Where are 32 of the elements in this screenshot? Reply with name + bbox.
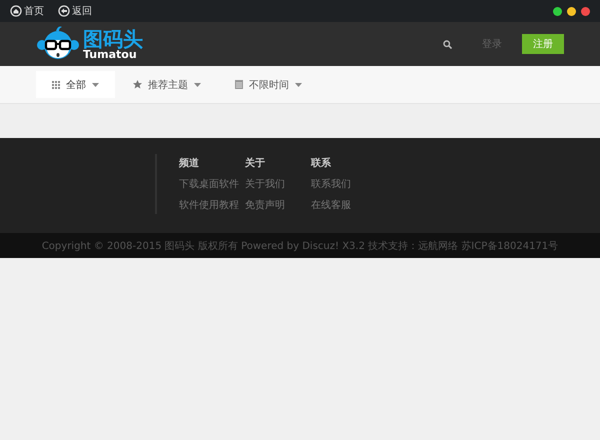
home-button[interactable]: 首页 [10, 4, 44, 18]
footer-link[interactable]: 在线客服 [311, 198, 377, 212]
footer-link[interactable]: 软件使用教程 [179, 198, 245, 212]
filter-label: 全部 [66, 78, 86, 92]
footer-column-title: 关于 [245, 156, 266, 170]
filter-tab[interactable]: 全部 [36, 71, 115, 98]
footer-column-title: 联系 [311, 156, 332, 170]
caret-icon [194, 82, 201, 86]
grid-icon [52, 80, 60, 88]
footer-link[interactable]: 免责声明 [245, 198, 311, 212]
window-control-dot[interactable] [581, 6, 590, 16]
caret-icon [295, 82, 302, 86]
footer-column-title: 频道 [179, 156, 200, 170]
window-control-dot[interactable] [567, 6, 576, 16]
footer-link[interactable]: 关于我们 [245, 177, 311, 191]
star-icon [133, 80, 142, 89]
window-control-dot[interactable] [553, 6, 562, 16]
footer-link[interactable]: 联系我们 [311, 177, 377, 191]
filter-label: 推荐主题 [148, 78, 188, 92]
filter-label: 不限时间 [249, 78, 289, 92]
logo-subtitle: Tumatou [83, 48, 137, 60]
filter-tab[interactable]: 推荐主题 [117, 71, 217, 98]
register-button[interactable]: 注册 [522, 34, 564, 54]
calendar-icon [235, 80, 243, 89]
footer-link[interactable]: 下载桌面软件 [179, 177, 245, 191]
copyright-text: Copyright © 2008-2015 图码头 版权所有 Powered by Discuz! X3.2 技术支持：远航网络 苏ICP备18024171号 [42, 240, 558, 252]
logo-title: 图码头 [83, 28, 143, 48]
home-icon [10, 5, 22, 17]
back-button[interactable]: 返回 [58, 4, 92, 18]
caret-icon [92, 82, 99, 86]
filter-tab[interactable]: 不限时间 [219, 71, 318, 98]
search-icon[interactable] [443, 40, 452, 48]
